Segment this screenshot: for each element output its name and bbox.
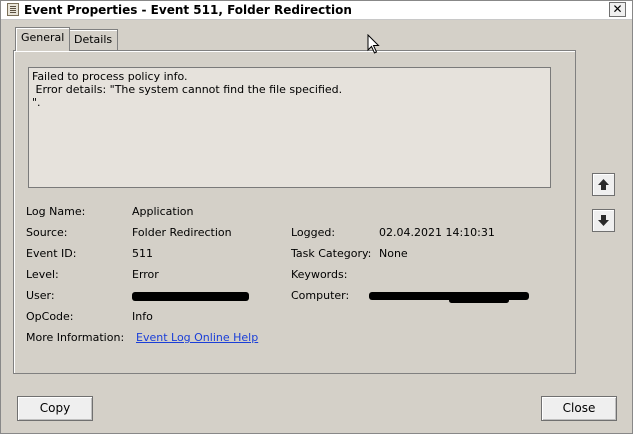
user-label: User: — [26, 289, 55, 302]
mouse-pointer-icon — [367, 34, 380, 54]
arrow-down-icon — [598, 215, 609, 226]
log-name-value: Application — [132, 205, 194, 218]
task-category-value: None — [379, 247, 408, 260]
tab-details-label: Details — [74, 33, 113, 46]
source-value: Folder Redirection — [132, 226, 232, 239]
event-log-icon — [7, 3, 19, 16]
event-id-value: 511 — [132, 247, 153, 260]
user-value-redaction — [132, 292, 249, 301]
title-bar[interactable]: Event Properties - Event 511, Folder Red… — [1, 1, 632, 20]
close-window-button[interactable]: ✕ — [609, 2, 626, 17]
opcode-value: Info — [132, 310, 153, 323]
task-category-label: Task Category: — [291, 247, 372, 260]
event-id-label: Event ID: — [26, 247, 77, 260]
previous-event-button[interactable] — [592, 173, 615, 196]
log-name-label: Log Name: — [26, 205, 86, 218]
close-button[interactable]: Close — [541, 396, 617, 421]
arrow-up-icon — [598, 179, 609, 190]
tab-general[interactable]: General — [15, 27, 71, 51]
event-log-online-help-link[interactable]: Event Log Online Help — [136, 331, 258, 345]
source-label: Source: — [26, 226, 68, 239]
tab-general-label: General — [21, 31, 65, 44]
logged-value: 02.04.2021 14:10:31 — [379, 226, 495, 239]
description-line: ". — [32, 96, 41, 109]
computer-label: Computer: — [291, 289, 350, 302]
keywords-label: Keywords: — [291, 268, 348, 281]
close-icon: ✕ — [612, 2, 623, 16]
level-value: Error — [132, 268, 159, 281]
next-event-button[interactable] — [592, 209, 615, 232]
more-information-label: More Information: — [26, 331, 125, 344]
computer-value-redaction — [449, 298, 509, 303]
tab-details[interactable]: Details — [68, 29, 119, 50]
event-properties-dialog: Event Properties - Event 511, Folder Red… — [0, 0, 633, 434]
opcode-label: OpCode: — [26, 310, 74, 323]
logged-label: Logged: — [291, 226, 336, 239]
description-line: Failed to process policy info. — [32, 70, 188, 83]
level-label: Level: — [26, 268, 59, 281]
copy-button[interactable]: Copy — [17, 396, 93, 421]
window-title: Event Properties - Event 511, Folder Red… — [24, 3, 352, 17]
description-line: Error details: "The system cannot find t… — [32, 83, 343, 96]
event-description-box[interactable]: Failed to process policy info. Error det… — [28, 67, 551, 188]
